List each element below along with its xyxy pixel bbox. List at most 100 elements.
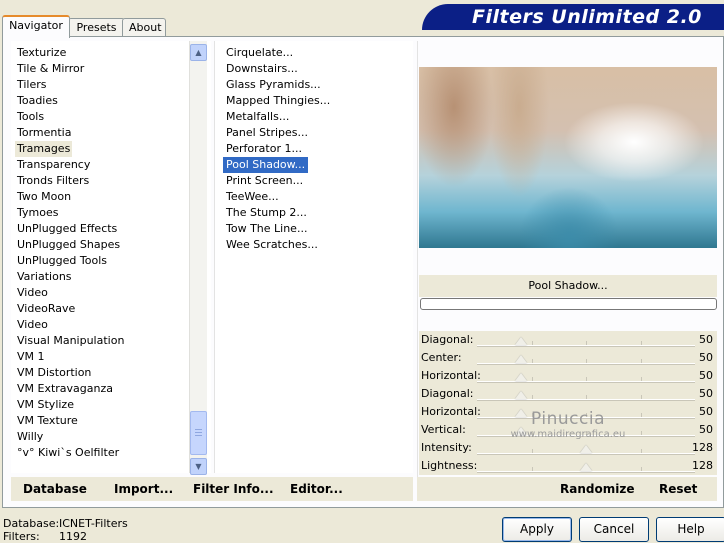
help-button[interactable]: Help: [656, 517, 724, 542]
tab-navigator[interactable]: Navigator: [2, 15, 70, 38]
filter-item[interactable]: Metalfalls...: [223, 109, 292, 125]
preview-image: [419, 67, 717, 248]
category-item[interactable]: Toadies: [15, 93, 60, 109]
category-item[interactable]: Tormentia: [15, 125, 73, 141]
slider-label: Horizontal:: [421, 369, 481, 382]
category-item[interactable]: Video: [15, 317, 50, 333]
filter-item[interactable]: Downstairs...: [223, 61, 301, 77]
category-item[interactable]: VM Distortion: [15, 365, 93, 381]
category-item[interactable]: Variations: [15, 269, 74, 285]
category-item[interactable]: Tile & Mirror: [15, 61, 86, 77]
slider-tick: [532, 395, 533, 399]
category-scrollbar[interactable]: ▲ ▼: [189, 41, 207, 475]
category-item[interactable]: Visual Manipulation: [15, 333, 126, 349]
slider-track[interactable]: [477, 337, 695, 347]
category-item[interactable]: °v° Kiwi`s Oelfilter: [15, 445, 121, 461]
filter-item[interactable]: Panel Stripes...: [223, 125, 311, 141]
progress-bar: [420, 298, 717, 310]
filter-item[interactable]: Cirquelate...: [223, 45, 296, 61]
slider-knob[interactable]: [515, 373, 527, 381]
filter-item[interactable]: The Stump 2...: [223, 205, 310, 221]
slider-tick: [532, 377, 533, 381]
watermark-url: www.maidiregrafica.eu: [510, 429, 626, 440]
slider-row: Center: 50: [419, 349, 717, 367]
grip-line: [195, 435, 202, 436]
slider-track[interactable]: [477, 445, 695, 455]
filter-item[interactable]: Pool Shadow...: [223, 157, 309, 173]
scroll-down-icon[interactable]: ▼: [190, 458, 207, 475]
filter-list[interactable]: Cirquelate... Downstairs... Glass Pyramids…: [214, 41, 413, 473]
filter-item[interactable]: Mapped Thingies...: [223, 93, 333, 109]
slider-knob[interactable]: [580, 463, 592, 471]
category-item[interactable]: Tools: [15, 109, 46, 125]
scroll-thumb[interactable]: [190, 411, 207, 455]
slider-knob[interactable]: [580, 445, 592, 453]
filter-item[interactable]: TeeWee...: [223, 189, 282, 205]
status-info: Database:ICNET-Filters Filters: 1192: [3, 517, 128, 543]
apply-button[interactable]: Apply: [502, 517, 572, 542]
slider-knob[interactable]: [515, 391, 527, 399]
slider-label: Lightness:: [421, 459, 478, 472]
category-item[interactable]: Two Moon: [15, 189, 73, 205]
slider-track[interactable]: [477, 373, 695, 383]
category-list[interactable]: Texturize Tile & Mirror Tilers Toadies Tools…: [11, 41, 211, 473]
category-item[interactable]: UnPlugged Tools: [15, 253, 109, 269]
editor-button[interactable]: Editor...: [290, 477, 343, 501]
category-item[interactable]: UnPlugged Shapes: [15, 237, 122, 253]
slider-tick: [641, 359, 642, 363]
filter-item[interactable]: Print Screen...: [223, 173, 306, 189]
randomize-button[interactable]: Randomize: [560, 477, 634, 501]
slider-track[interactable]: [477, 391, 695, 401]
category-item[interactable]: Tronds Filters: [15, 173, 91, 189]
slider-row: Diagonal: 50: [419, 331, 717, 349]
category-item[interactable]: Willy: [15, 429, 45, 445]
database-button[interactable]: Database: [23, 477, 87, 501]
slider-tick: [641, 467, 642, 471]
category-item[interactable]: Tilers: [15, 77, 49, 93]
slider-tick: [641, 395, 642, 399]
reset-button[interactable]: Reset: [659, 477, 697, 501]
category-item[interactable]: Video: [15, 285, 50, 301]
tab-presets[interactable]: Presets: [68, 18, 125, 36]
title-banner: Filters Unlimited 2.0: [422, 4, 724, 30]
category-item[interactable]: UnPlugged Effects: [15, 221, 119, 237]
filter-item[interactable]: Glass Pyramids...: [223, 77, 324, 93]
watermark-title: Pinuccia: [531, 409, 605, 429]
filter-item[interactable]: Tow The Line...: [223, 221, 310, 237]
tab-about[interactable]: About: [122, 18, 166, 36]
slider-tick: [641, 449, 642, 453]
navigator-buttons: Database Import... Filter Info... Editor…: [11, 477, 413, 501]
slider-tick: [532, 359, 533, 363]
slider-knob[interactable]: [515, 337, 527, 345]
slider-value: 50: [699, 333, 713, 346]
slider-tick: [532, 341, 533, 345]
cancel-button[interactable]: Cancel: [579, 517, 649, 542]
filter-info-button[interactable]: Filter Info...: [193, 477, 274, 501]
category-item[interactable]: VideoRave: [15, 301, 77, 317]
banner-title: Filters Unlimited 2.0: [472, 6, 702, 28]
slider-tick: [586, 341, 587, 345]
category-item[interactable]: VM Extravaganza: [15, 381, 115, 397]
slider-tick: [532, 467, 533, 471]
category-item[interactable]: Tymoes: [15, 205, 60, 221]
scroll-up-icon[interactable]: ▲: [190, 44, 207, 61]
category-item[interactable]: Tramages: [15, 141, 73, 157]
filter-item[interactable]: Wee Scratches...: [223, 237, 321, 253]
category-item[interactable]: VM 1: [15, 349, 47, 365]
slider-track[interactable]: [477, 463, 695, 473]
category-item[interactable]: Texturize: [15, 45, 68, 61]
slider-tick: [532, 449, 533, 453]
slider-value: 50: [699, 423, 713, 436]
navigator-panel: Texturize Tile & Mirror Tilers Toadies Tools…: [2, 36, 724, 508]
slider-label: Intensity:: [421, 441, 472, 454]
category-item[interactable]: VM Texture: [15, 413, 80, 429]
category-item[interactable]: VM Stylize: [15, 397, 76, 413]
category-item[interactable]: Transparency: [15, 157, 92, 173]
slider-track[interactable]: [477, 355, 695, 365]
slider-value: 128: [692, 441, 713, 454]
slider-row: Horizontal: 50: [419, 367, 717, 385]
import-button[interactable]: Import...: [114, 477, 173, 501]
slider-knob[interactable]: [515, 355, 527, 363]
slider-label: Diagonal:: [421, 387, 474, 400]
filter-item[interactable]: Perforator 1...: [223, 141, 305, 157]
